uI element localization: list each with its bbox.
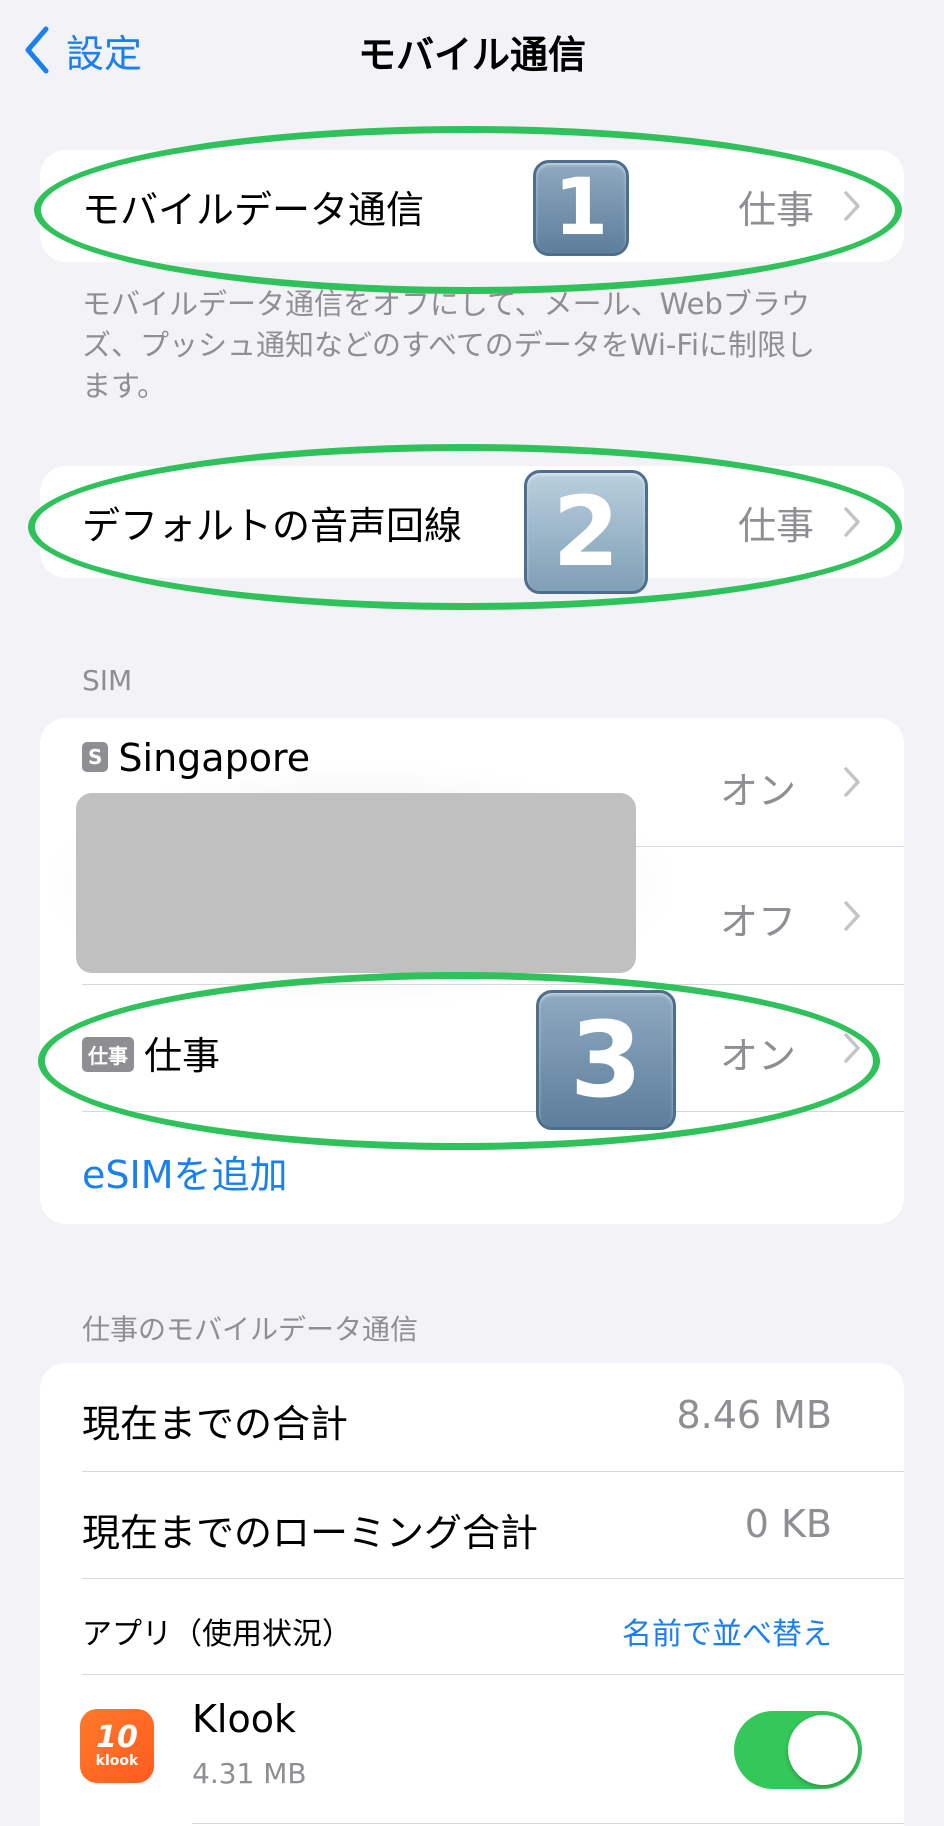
usage-card: 現在までの合計 8.46 MB 現在までのローミング合計 0 KB アプリ（使用… xyxy=(40,1363,904,1826)
sim-section-header: SIM xyxy=(82,664,133,697)
app-usage-size: 4.31 MB xyxy=(192,1757,307,1790)
sim-status: オン xyxy=(719,769,796,813)
sim-status: オン xyxy=(719,1034,796,1078)
divider xyxy=(192,1823,904,1824)
default-voice-row[interactable]: デフォルトの音声回線 仕事 xyxy=(40,466,904,578)
number-badge: 3 xyxy=(536,990,676,1130)
apps-label: アプリ（使用状況） xyxy=(82,1617,352,1652)
mobile-data-value: 仕事 xyxy=(737,187,814,232)
chevron-right-icon xyxy=(844,767,860,797)
default-voice-value: 仕事 xyxy=(737,503,814,548)
page-title: モバイル通信 xyxy=(357,33,586,77)
chevron-right-icon xyxy=(844,507,860,537)
roaming-total-value: 0 KB xyxy=(744,1502,832,1546)
add-esim-link[interactable]: eSIMを追加 xyxy=(82,1144,288,1199)
current-total-value: 8.46 MB xyxy=(676,1393,832,1437)
sim-tag: 仕事 xyxy=(82,1037,134,1072)
current-total-label: 現在までの合計 xyxy=(82,1402,349,1446)
klook-icon-text: klook xyxy=(95,1753,139,1769)
app-row-klook: 10 klook Klook 4.31 MB xyxy=(40,1675,904,1825)
sim-row-label: 仕事 仕事 xyxy=(82,1025,220,1080)
default-voice-label: デフォルトの音声回線 xyxy=(82,503,463,548)
sim-status: オフ xyxy=(719,900,796,944)
apps-header-row: アプリ（使用状況） 名前で並べ替え xyxy=(40,1579,904,1675)
number-badge: 1 xyxy=(533,160,629,256)
add-esim-row[interactable]: eSIMを追加 xyxy=(40,1112,904,1224)
usage-section-header: 仕事のモバイルデータ通信 xyxy=(82,1313,419,1346)
roaming-total-row: 現在までのローミング合計 0 KB xyxy=(40,1472,904,1580)
sim-name: 仕事 xyxy=(144,1034,221,1078)
chevron-right-icon xyxy=(844,191,860,221)
default-voice-card: デフォルトの音声回線 仕事 xyxy=(40,466,904,578)
mobile-data-footnote: モバイルデータ通信をオフにして、メール、Webブラウズ、プッシュ通知などのすべて… xyxy=(82,287,815,403)
app-name: Klook xyxy=(192,1697,296,1741)
chevron-right-icon xyxy=(844,1033,860,1063)
toggle-knob xyxy=(788,1715,858,1785)
mobile-data-row[interactable]: モバイルデータ通信 仕事 xyxy=(40,150,904,262)
roaming-total-label: 現在までのローミング合計 xyxy=(82,1511,539,1555)
app-data-toggle[interactable] xyxy=(734,1711,862,1789)
klook-icon: 10 klook xyxy=(80,1709,154,1783)
mobile-data-card: モバイルデータ通信 仕事 xyxy=(40,150,904,262)
redaction-block xyxy=(76,793,636,973)
klook-icon-number: 10 xyxy=(96,1720,138,1755)
chevron-right-icon xyxy=(844,901,860,931)
current-total-row: 現在までの合計 8.46 MB xyxy=(40,1363,904,1471)
sort-by-name-button[interactable]: 名前で並べ替え xyxy=(622,1609,832,1653)
mobile-data-label: モバイルデータ通信 xyxy=(82,187,425,232)
number-badge: 2 xyxy=(524,470,648,594)
